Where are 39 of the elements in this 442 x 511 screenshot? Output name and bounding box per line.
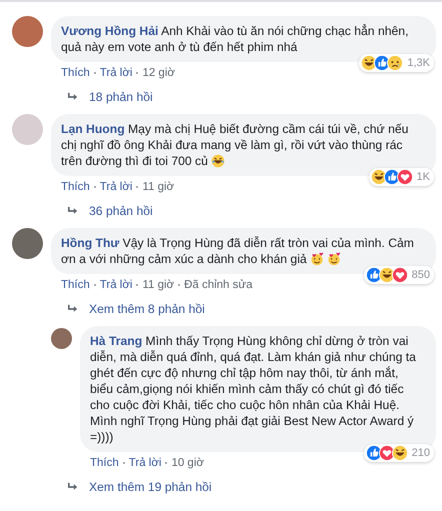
action-link[interactable]: Thích [61,66,90,80]
meta-text: 10 giờ [171,456,204,470]
meta-text: 11 giờ [142,180,174,194]
action-link[interactable]: Thích [90,456,119,470]
reply-arrow-icon [67,482,79,492]
avatar[interactable] [12,228,43,259]
action-link[interactable]: Trả lời [128,456,162,470]
laughing-emoji-icon [210,154,225,168]
reaction-count: 1,3K [407,57,430,69]
laughing-face-icon [370,169,387,185]
reply-arrow-icon [67,206,79,216]
avatar[interactable] [12,16,43,47]
reaction-count: 850 [412,269,430,281]
action-link[interactable]: Thích [61,278,90,292]
action-link[interactable]: Trả lời [100,278,132,292]
heart-face-emoji-icon [310,252,324,266]
reply-arrow-icon [67,304,79,314]
laughing-face-icon [392,445,408,461]
action-link[interactable]: Thích [61,180,90,194]
replies-link[interactable]: 18 phản hồi [89,90,153,104]
reaction-count: 1K [416,171,430,183]
comment-text: Hồng Thư Vậy là Trọng Hùng đã diễn rất tròn vai của mình. Cảm ơn a với những cảm xúc a dành cho khán giả [61,235,415,267]
heart-face-emoji-icon [326,252,341,266]
avatar[interactable] [51,328,72,349]
meta-text: 12 giờ [142,66,175,80]
thumbs-up-icon [384,169,400,185]
replies-link[interactable]: Xem thêm 8 phản hồi [89,302,205,316]
comment-text: Vương Hồng Hải Anh Khải vào tù ăn nói chững chạc hẳn nhên, quả này em vote anh ở tù đến hết phim nhá [61,23,410,55]
replies-link[interactable]: Xem thêm 19 phản hồi [89,480,212,494]
reaction-count: 210 [412,447,430,459]
reply-arrow-icon [67,92,79,102]
action-link[interactable]: Trả lời [100,180,132,194]
meta-text: 11 giờ [142,278,174,292]
replies-link[interactable]: 36 phản hồi [89,204,153,218]
comment-text: Lạn Huong Mạy mà chị Huệ biết đường cầm cái túi về, chứ nếu chị nghĩ đồ ông Khải đưa mang về làm gì, rồi vứt vào thùng rác trên đường thì đi toi 700 củ [61,121,410,169]
meta-text: Đã chỉnh sửa [184,278,252,292]
action-link[interactable]: Trả lời [100,66,132,80]
comment-text: Hà Trang Mình thấy Trọng Hùng không chỉ dừng ở tròn vai diễn, mà diễn quá đỉnh, quá đạt. Làm khán giả như chúng ta ghét đến cực độ nhưng chỉ tập hôm nay thôi, từ ánh mắt, biểu cảm,giọng nói khiến mình cảm thấy có chút gì đó tiếc cho cuộc đời Khải, tiếc cho cuộc hôn nhân của Khải Huệ. Mình nghĩ Trọng Hùng phải đạt giải Best New Actor Award ý =)))) [90,333,417,445]
sad-face-icon [387,55,404,71]
